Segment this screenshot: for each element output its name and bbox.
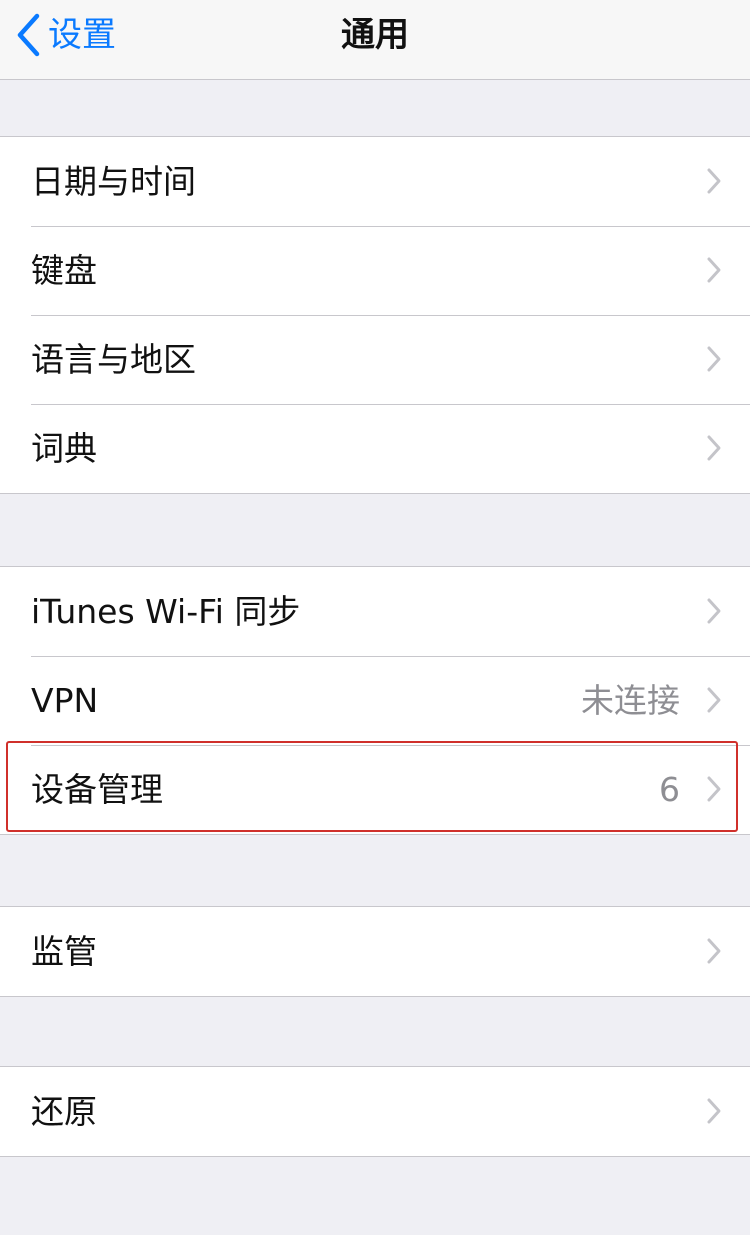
list-item-label: 语言与地区	[31, 340, 196, 379]
list-item-dictionary[interactable]: 词典	[0, 404, 750, 493]
list-item-keyboard[interactable]: 键盘	[0, 226, 750, 315]
list-item-reset[interactable]: 还原	[0, 1067, 750, 1156]
chevron-right-icon	[707, 776, 721, 802]
list-item-label: iTunes Wi-Fi 同步	[31, 592, 301, 631]
list-item-vpn[interactable]: VPN 未连接	[0, 656, 750, 745]
settings-group-4: 还原	[0, 1066, 750, 1157]
list-item-itunes-wifi-sync[interactable]: iTunes Wi-Fi 同步	[0, 567, 750, 656]
settings-group-3: 监管	[0, 906, 750, 997]
list-item-label: 日期与时间	[31, 162, 196, 201]
chevron-right-icon	[707, 168, 721, 194]
list-item-label: 监管	[31, 932, 97, 971]
chevron-right-icon	[707, 1098, 721, 1124]
chevron-right-icon	[707, 938, 721, 964]
list-item-label: 词典	[31, 429, 97, 468]
chevron-right-icon	[707, 346, 721, 372]
chevron-right-icon	[707, 257, 721, 283]
navigation-bar: 设置 通用	[0, 0, 750, 80]
list-item-label: 还原	[31, 1092, 97, 1131]
chevron-right-icon	[707, 687, 721, 713]
list-item-label: 键盘	[31, 251, 97, 290]
chevron-right-icon	[707, 598, 721, 624]
device-management-count: 6	[659, 770, 680, 809]
list-item-label: VPN	[31, 681, 99, 720]
settings-group-1: 日期与时间 键盘 语言与地区 词典	[0, 136, 750, 494]
list-item-language-region[interactable]: 语言与地区	[0, 315, 750, 404]
list-item-device-management[interactable]: 设备管理 6	[0, 745, 750, 834]
page-title: 通用	[341, 15, 409, 55]
list-item-date-time[interactable]: 日期与时间	[0, 137, 750, 226]
list-item-supervision[interactable]: 监管	[0, 907, 750, 996]
vpn-status: 未连接	[581, 681, 680, 720]
settings-group-2: iTunes Wi-Fi 同步 VPN 未连接 设备管理 6	[0, 566, 750, 835]
chevron-right-icon	[707, 435, 721, 461]
list-item-label: 设备管理	[31, 770, 163, 809]
